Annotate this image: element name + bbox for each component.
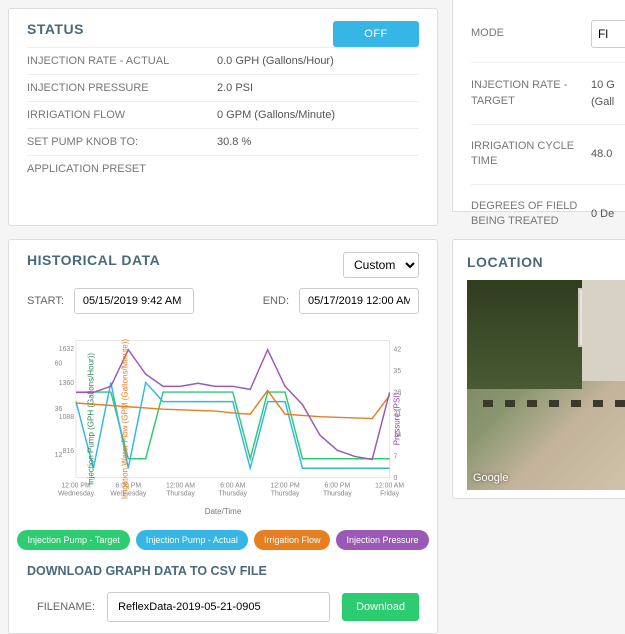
filename-input[interactable] — [107, 592, 330, 622]
axis-label-pressure: Pressure (PSI) — [392, 393, 401, 445]
svg-text:12: 12 — [55, 452, 63, 459]
status-label: SET PUMP KNOB TO: — [27, 136, 217, 148]
legend-pressure[interactable]: Injection Pressure — [336, 530, 428, 550]
settings-panel: MODE INJECTION RATE - TARGET 10 G (Gall … — [452, 0, 625, 212]
mode-select[interactable] — [591, 20, 625, 48]
download-button[interactable]: Download — [342, 593, 419, 621]
svg-text:42: 42 — [394, 347, 402, 354]
svg-text:1632: 1632 — [59, 346, 74, 353]
svg-text:35: 35 — [394, 368, 402, 375]
start-label: START: — [27, 295, 64, 307]
svg-text:Thursday: Thursday — [271, 490, 300, 497]
svg-text:Thursday: Thursday — [219, 490, 248, 497]
end-label: END: — [263, 295, 289, 307]
status-value: 0.0 GPH (Gallons/Hour) — [217, 55, 334, 67]
svg-text:12:00 PM: 12:00 PM — [270, 483, 300, 490]
status-value: 0 GPM (Gallons/Minute) — [217, 109, 335, 121]
location-panel: LOCATION Google — [452, 239, 625, 499]
injection-target-label: INJECTION RATE - TARGET — [471, 78, 591, 109]
svg-text:12:00 AM: 12:00 AM — [166, 483, 195, 490]
svg-text:Thursday: Thursday — [166, 490, 195, 497]
chart-area: Injection Pump (GPH (Gallons/Hour)) Irri… — [27, 324, 419, 514]
mode-label: MODE — [471, 26, 591, 41]
status-title: STATUS — [27, 21, 84, 37]
filename-label: FILENAME: — [37, 601, 95, 613]
download-title: DOWNLOAD GRAPH DATA TO CSV FILE — [27, 564, 419, 578]
injection-target-value: 10 G (Gall — [591, 77, 615, 110]
svg-text:Friday: Friday — [380, 490, 400, 497]
svg-text:7: 7 — [394, 453, 398, 460]
svg-text:1088: 1088 — [59, 414, 74, 421]
svg-text:6:00 AM: 6:00 AM — [220, 483, 245, 490]
start-date-input[interactable] — [74, 288, 194, 314]
map-attribution: Google — [473, 472, 508, 484]
legend-actual[interactable]: Injection Pump - Actual — [136, 530, 248, 550]
degrees-label: DEGREES OF FIELD BEING TREATED — [471, 199, 591, 230]
historical-title: HISTORICAL DATA — [27, 252, 160, 268]
axis-label-datetime: Date/Time — [205, 507, 242, 516]
axis-label-irrigation: Irrigation Water Flow (GPM (Gallons/Minu… — [121, 339, 130, 499]
end-date-input[interactable] — [299, 288, 419, 314]
legend-target[interactable]: Injection Pump - Target — [17, 530, 129, 550]
chart-legend: Injection Pump - Target Injection Pump -… — [27, 530, 419, 550]
status-value: 30.8 % — [217, 136, 251, 148]
svg-text:12:00 AM: 12:00 AM — [375, 483, 404, 490]
historical-panel: HISTORICAL DATA Custom START: END: Injec… — [8, 239, 438, 634]
status-label: INJECTION PRESSURE — [27, 82, 217, 94]
svg-text:0: 0 — [394, 475, 398, 482]
status-value: 2.0 PSI — [217, 82, 253, 94]
axis-label-injection: Injection Pump (GPH (Gallons/Hour)) — [87, 353, 96, 485]
svg-text:Wednesday: Wednesday — [58, 490, 95, 497]
map-view[interactable]: Google — [467, 280, 625, 490]
svg-text:60: 60 — [55, 360, 63, 367]
status-label: IRRIGATION FLOW — [27, 109, 217, 121]
cycle-time-value: 48.0 — [591, 146, 612, 163]
legend-flow[interactable]: Irrigation Flow — [254, 530, 331, 550]
svg-text:36: 36 — [55, 406, 63, 413]
svg-text:816: 816 — [63, 448, 75, 455]
cycle-time-label: IRRIGATION CYCLE TIME — [471, 139, 591, 170]
status-off-button[interactable]: OFF — [333, 21, 419, 47]
svg-text:1360: 1360 — [59, 380, 74, 387]
status-panel: STATUS OFF INJECTION RATE - ACTUAL0.0 GP… — [8, 8, 438, 226]
svg-text:6:00 PM: 6:00 PM — [325, 483, 351, 490]
degrees-value: 0 De — [591, 206, 614, 223]
status-label: INJECTION RATE - ACTUAL — [27, 55, 217, 67]
svg-text:Thursday: Thursday — [323, 490, 352, 497]
status-label: APPLICATION PRESET — [27, 163, 217, 175]
range-select[interactable]: Custom — [343, 252, 419, 278]
location-title: LOCATION — [467, 254, 625, 270]
